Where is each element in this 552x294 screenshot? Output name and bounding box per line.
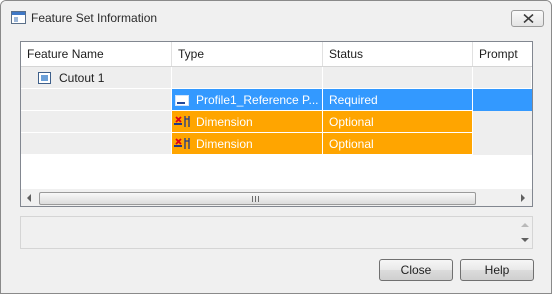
feature-name-cell [21, 133, 172, 155]
window-app-icon [11, 11, 26, 24]
type-cell [172, 67, 323, 89]
close-icon [523, 14, 534, 23]
column-header-prompt[interactable]: Prompt [473, 42, 532, 66]
feature-name: Cutout 1 [59, 71, 105, 85]
vertical-scrollbar[interactable] [518, 217, 532, 248]
help-button[interactable]: Help [460, 259, 534, 281]
status-cell: Optional [323, 111, 473, 133]
grid-header: Feature Name Type Status Prompt [21, 42, 532, 67]
scroll-left-icon[interactable] [27, 194, 31, 202]
scroll-down-icon[interactable] [521, 238, 529, 242]
close-button[interactable]: Close [379, 259, 453, 281]
type-cell: Dimension [172, 111, 323, 133]
table-row-dimension[interactable]: Dimension Optional [21, 133, 532, 155]
prompt-cell[interactable] [473, 89, 532, 111]
table-row-feature[interactable]: Cutout 1 [21, 67, 532, 89]
feature-name-cell [21, 89, 172, 111]
grip-icon [252, 196, 261, 202]
status-cell: Required [323, 89, 473, 111]
type-cell: Profile1_Reference P... [172, 89, 323, 111]
feature-node-icon [38, 72, 51, 84]
status-cell: Optional [323, 133, 473, 155]
column-header-status[interactable]: Status [323, 42, 472, 66]
dialog-title: Feature Set Information [31, 11, 158, 25]
table-row-reference[interactable]: Profile1_Reference P... Required [21, 89, 532, 111]
prompt-cell [473, 67, 532, 89]
horizontal-scrollbar[interactable] [21, 189, 532, 206]
scroll-right-icon[interactable] [521, 194, 525, 202]
column-header-feature-name[interactable]: Feature Name [21, 42, 171, 66]
table-row-dimension[interactable]: Dimension Optional [21, 111, 532, 133]
feature-name-cell [21, 111, 172, 133]
feature-name-cell: Cutout 1 [21, 67, 172, 89]
profile-reference-icon [175, 95, 189, 106]
scroll-up-icon[interactable] [521, 223, 529, 227]
title-bar: Feature Set Information [1, 1, 551, 35]
column-header-type[interactable]: Type [172, 42, 322, 66]
dimension-icon [174, 138, 190, 149]
prompt-cell[interactable] [473, 111, 532, 133]
prompt-cell[interactable] [473, 133, 532, 155]
scrollbar-thumb[interactable] [39, 192, 476, 205]
type-label: Profile1_Reference P... [196, 93, 319, 107]
type-cell: Dimension [172, 133, 323, 155]
feature-grid: Feature Name Type Status Prompt Cutout 1… [20, 41, 533, 207]
feature-set-dialog: Feature Set Information Feature Name Typ… [0, 0, 552, 294]
close-window-button[interactable] [511, 10, 544, 27]
status-cell [323, 67, 473, 89]
type-label: Dimension [196, 137, 253, 151]
type-label: Dimension [196, 115, 253, 129]
info-box [20, 216, 533, 249]
dimension-icon [174, 116, 190, 127]
